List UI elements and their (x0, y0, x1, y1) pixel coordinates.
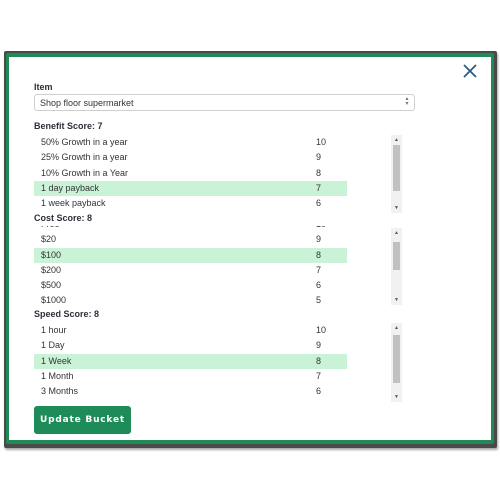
cost-scrollbar[interactable]: ▲ ▼ (391, 228, 402, 305)
speed-score-label: Speed Score: 8 (34, 309, 100, 319)
option-label: 1 Week (41, 355, 72, 366)
option-label: $100 (41, 249, 62, 260)
option-label: 25% Growth in a year (41, 152, 128, 163)
cost-option[interactable]: $100 8 (34, 247, 347, 263)
benefit-option[interactable]: 50% Growth in a year 10 (34, 135, 347, 150)
option-label: $500 (41, 280, 62, 291)
benefit-option[interactable]: 1 week payback 6 (34, 196, 347, 211)
option-label: 1 Day (41, 340, 65, 351)
scroll-down-icon[interactable]: ▼ (391, 203, 402, 213)
select-arrows-icon: ▴ ▾ (405, 96, 409, 107)
item-select-value: Shop floor supermarket (40, 98, 134, 108)
option-label: 50% Growth in a year (41, 137, 128, 147)
scroll-up-icon[interactable]: ▲ (391, 228, 402, 238)
option-score: 8 (316, 355, 322, 366)
option-score: 8 (316, 167, 322, 178)
cost-option[interactable]: $1000 5 (34, 293, 347, 305)
option-label: $20 (41, 234, 57, 245)
option-score: 9 (316, 234, 322, 245)
cost-listbox[interactable]: Free10$209$1008$2007$5006$10005 ▲ ▼ (34, 226, 402, 305)
option-label: 3 Months (41, 386, 79, 397)
option-score: 6 (316, 386, 322, 397)
option-score: 7 (316, 264, 322, 275)
option-score: 6 (316, 198, 322, 209)
option-score: 8 (316, 249, 322, 260)
speed-listbox[interactable]: 1 hour 10 1 Day 9 1 Week 8 1 Month 7 3 Months 6 ▲… (34, 323, 402, 402)
option-score: 10 (316, 325, 327, 335)
option-label: 1 Month (41, 370, 74, 381)
benefit-option[interactable]: 1 day payback 7 (34, 180, 347, 197)
option-score: 5 (316, 295, 322, 305)
item-label: Item (34, 82, 53, 92)
option-label: $1000 (41, 295, 67, 305)
cost-option[interactable]: $500 6 (34, 278, 347, 293)
speed-option[interactable]: 1 Month 7 (34, 369, 347, 384)
benefit-score-label: Benefit Score: 7 (34, 121, 103, 131)
option-label: $200 (41, 264, 62, 275)
close-button[interactable] (461, 62, 479, 80)
scroll-thumb[interactable] (393, 242, 400, 270)
cost-option[interactable]: $200 7 (34, 263, 347, 278)
close-icon (463, 64, 477, 78)
speed-rows: 1 hour 10 1 Day 9 1 Week 8 1 Month 7 3 Months 6 (34, 323, 347, 399)
cost-option[interactable]: $20 9 (34, 232, 347, 247)
speed-option[interactable]: 1 Day 9 (34, 338, 347, 353)
option-score: 6 (316, 280, 322, 291)
option-label: 1 day payback (41, 182, 100, 193)
option-score: 9 (316, 152, 322, 163)
speed-option[interactable]: 1 Week 8 (34, 353, 347, 369)
item-select[interactable]: Shop floor supermarket ▴ ▾ (34, 94, 415, 111)
scroll-up-icon[interactable]: ▲ (391, 323, 402, 333)
speed-option[interactable]: 3 Months 6 (34, 384, 347, 399)
option-label: 1 week payback (41, 198, 106, 209)
option-score: 9 (316, 340, 322, 351)
benefit-option[interactable]: 10% Growth in a Year 8 (34, 166, 347, 181)
update-bucket-button[interactable]: Update Bucket (34, 406, 131, 434)
benefit-listbox[interactable]: 50% Growth in a year 10 25% Growth in a ye… (34, 135, 402, 213)
speed-option[interactable]: 1 hour 10 (34, 323, 347, 338)
cost-rows: Free10$209$1008$2007$5006$10005 (34, 226, 347, 305)
option-label: 1 hour (41, 325, 67, 335)
option-score: 10 (316, 137, 327, 147)
scroll-thumb[interactable] (393, 145, 400, 191)
option-score: 7 (316, 182, 322, 193)
benefit-option[interactable]: 25% Growth in a year 9 (34, 150, 347, 165)
benefit-scrollbar[interactable]: ▲ ▼ (391, 135, 402, 213)
scroll-thumb[interactable] (393, 335, 400, 383)
option-label: 10% Growth in a Year (41, 167, 129, 178)
benefit-rows: 50% Growth in a year 10 25% Growth in a ye… (34, 135, 347, 211)
scroll-down-icon[interactable]: ▼ (391, 295, 402, 305)
speed-scrollbar[interactable]: ▲ ▼ (391, 323, 402, 402)
option-score: 7 (316, 370, 322, 381)
scroll-up-icon[interactable]: ▲ (391, 135, 402, 145)
scroll-down-icon[interactable]: ▼ (391, 392, 402, 402)
cost-score-label: Cost Score: 8 (34, 213, 93, 223)
